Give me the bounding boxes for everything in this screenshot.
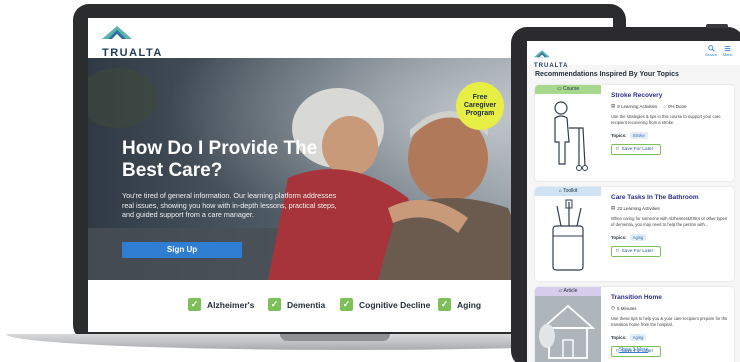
hero-description: You're tired of general information. Our… (122, 191, 337, 220)
card-meta: ◷ 5 Minutes (611, 305, 637, 311)
topic-label: Dementia (287, 299, 326, 310)
tablet-header: TRUALTA Search Menu (527, 41, 740, 69)
topic-label: Alzheimer's (207, 299, 255, 310)
card-topics: Topics: Stroke (611, 131, 729, 139)
hero-title: How Do I Provide The Best Care? (122, 138, 318, 181)
card-type-tag: ▭ Course (535, 85, 601, 94)
save-for-later-button[interactable]: ⌑ Save For Later (611, 245, 661, 257)
recommendation-card[interactable]: ▭ Course Stroke Recovery ▤ 8 Learning Ac… (535, 85, 734, 181)
clock-icon: ◷ (611, 305, 615, 310)
card-body: Stroke Recovery ▤ 8 Learning Activities … (611, 92, 729, 155)
card-image: ⌂ Toolkit (535, 187, 601, 281)
progress-icon: ◌ (663, 103, 666, 109)
logo-mark-icon (102, 26, 132, 39)
card-topics: Topics: Aging (611, 333, 729, 341)
card-meta: ▤ 22 Learning Activities (611, 205, 660, 211)
topic-aging[interactable]: ✓ Aging (438, 298, 481, 311)
card-title[interactable]: Care Tasks In The Bathroom (611, 194, 729, 201)
topic-dementia[interactable]: ✓ Dementia (268, 298, 325, 311)
calendar-icon: ▤ (611, 205, 616, 210)
tablet-power-button (706, 24, 728, 28)
badge-line-1: Free (472, 94, 488, 101)
brand-name: TRUALTA (534, 63, 569, 69)
card-image: ▭ Course (535, 85, 601, 181)
menu-label: Menu (723, 53, 733, 57)
menu-button[interactable]: Menu (723, 45, 733, 57)
brand-logo[interactable]: TRUALTA (102, 26, 163, 59)
badge-line-3: Program (465, 110, 495, 117)
topic-alzheimers[interactable]: ✓ Alzheimer's (188, 298, 254, 311)
recommendation-card[interactable]: ⌂ Toolkit Care Tasks In The Bathroom ▤ 2… (535, 187, 734, 281)
card-description: Use the strategies & tips in this course… (611, 114, 721, 125)
card-title[interactable]: Transition Home (611, 294, 729, 301)
brand-logo[interactable]: TRUALTA (534, 45, 568, 69)
card-body: Care Tasks In The Bathroom ▤ 22 Learning… (611, 194, 729, 257)
recommendations-heading: Recommendations Inspired By Your Topics (535, 71, 679, 78)
checkmark-icon: ✓ (438, 298, 451, 311)
search-icon (707, 45, 715, 52)
card-type-tag: ▱ Article (535, 287, 601, 296)
topic-pill[interactable]: Aging (629, 233, 647, 241)
checkmark-icon: ✓ (340, 298, 353, 311)
hamburger-icon (724, 45, 731, 52)
device-mockup: TRUALTA Free Caregiver Program How Do I … (0, 0, 740, 362)
tablet-screen: TRUALTA Search Menu Recommendations Insp… (527, 41, 740, 362)
bookmark-icon: ⌑ (616, 248, 619, 254)
topic-label: Cognitive Decline (359, 299, 431, 310)
checkmark-icon: ✓ (268, 298, 281, 311)
card-type-tag: ⌂ Toolkit (535, 187, 601, 196)
card-title[interactable]: Stroke Recovery (611, 92, 729, 99)
sign-up-button[interactable]: Sign Up (122, 242, 242, 258)
save-for-later-button[interactable]: ⌑ Save For Later (611, 143, 661, 155)
laptop-notch (280, 334, 390, 341)
card-description: When caring for someone with Alzheimer&#… (611, 216, 727, 227)
bookmark-icon: ⌑ (616, 146, 619, 152)
toothbrush-cup-illustration-icon (552, 199, 584, 271)
free-program-badge[interactable]: Free Caregiver Program (456, 82, 504, 130)
search-button[interactable]: Search (705, 45, 717, 57)
topic-pill[interactable]: Aging (629, 333, 647, 341)
topic-cognitive-decline[interactable]: ✓ Cognitive Decline (340, 298, 430, 311)
logo-mark-icon (534, 50, 550, 58)
card-description: Use these tips to help you & your care r… (611, 316, 728, 327)
search-label: Search (705, 53, 718, 57)
topic-pill[interactable]: Stroke (629, 131, 648, 139)
card-meta: ▤ 8 Learning Activities ◌ 0% Done (611, 103, 687, 109)
card-topics: Topics: Aging (611, 233, 729, 241)
walker-illustration-icon (554, 101, 588, 171)
calendar-icon: ▤ (611, 103, 616, 108)
show-more-link[interactable]: Show 3 More (527, 347, 740, 353)
topic-label: Aging (457, 299, 482, 310)
badge-line-2: Caregiver (463, 102, 497, 109)
checkmark-icon: ✓ (188, 298, 201, 311)
